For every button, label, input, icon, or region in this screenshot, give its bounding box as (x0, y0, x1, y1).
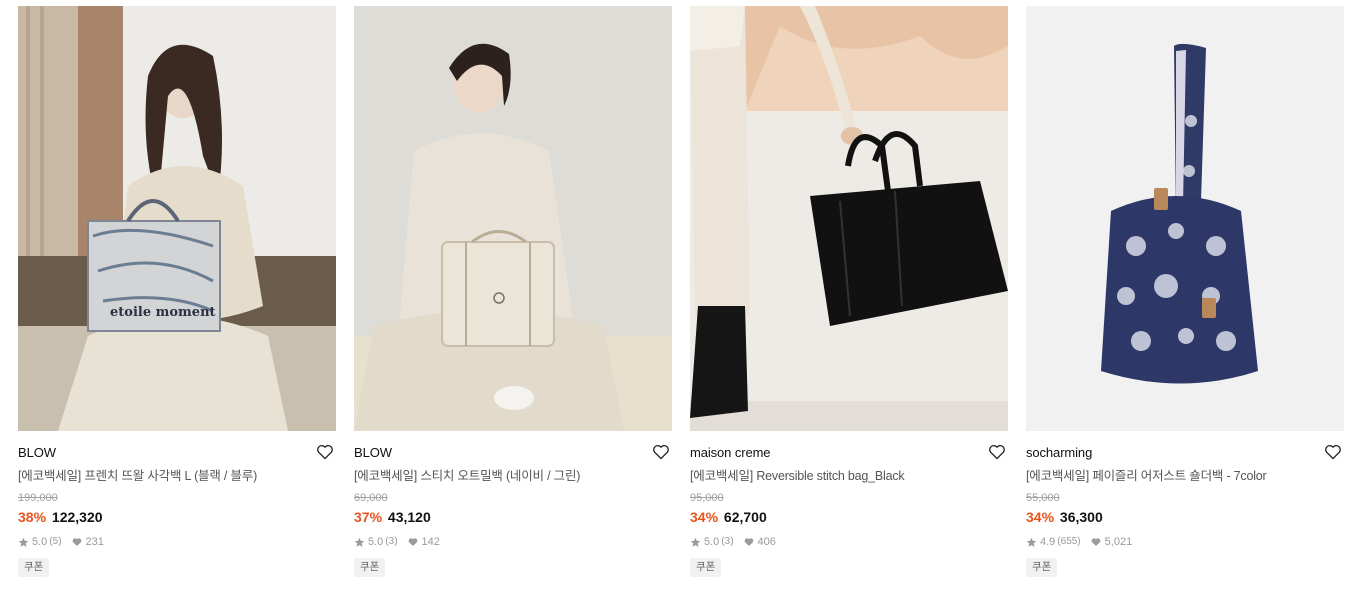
product-image[interactable] (354, 6, 672, 431)
product-title[interactable]: [에코백세일] 스티치 오트밀백 (네이비 / 그린) (354, 468, 672, 484)
product-photo: etoile moment (18, 6, 336, 431)
likes-count: 5,021 (1104, 536, 1133, 548)
star-icon (690, 537, 701, 547)
star-icon (1026, 537, 1037, 547)
product-title[interactable]: [에코백세일] Reversible stitch bag_Black (690, 468, 1008, 484)
brand-name[interactable]: BLOW (354, 445, 672, 461)
likes-count: 142 (421, 536, 440, 548)
product-card[interactable]: maison creme [에코백세일] Reversible stitch b… (690, 6, 1008, 577)
product-photo (690, 6, 1008, 431)
product-card[interactable]: BLOW [에코백세일] 스티치 오트밀백 (네이비 / 그린) 69,000 … (354, 6, 672, 577)
review-count: (655) (1057, 536, 1081, 547)
brand-name[interactable]: BLOW (18, 445, 336, 461)
original-price: 55,000 (1026, 492, 1060, 504)
review-count: (3) (385, 536, 398, 547)
product-image[interactable] (690, 6, 1008, 431)
product-grid: etoile moment BLOW [에코백세일] 프렌치 뜨왈 사각백 L … (0, 0, 1353, 596)
rating-value: 5.0 (32, 536, 48, 548)
price-row: 34% 36,300 (1026, 508, 1344, 526)
discount-rate: 37% (354, 509, 383, 525)
likes-heart-icon (408, 538, 417, 546)
sale-price: 62,700 (723, 509, 767, 525)
discount-rate: 38% (18, 509, 47, 525)
wishlist-heart-icon[interactable] (652, 443, 670, 461)
coupon-badge: 쿠폰 (18, 558, 50, 577)
star-icon (354, 537, 365, 547)
brand-name[interactable]: maison creme (690, 445, 1008, 461)
price-row: 38% 122,320 (18, 508, 336, 526)
wishlist-heart-icon[interactable] (316, 443, 334, 461)
product-title[interactable]: [에코백세일] 페이즐리 어저스트 숄더백 - 7color (1026, 468, 1344, 484)
product-photo (354, 6, 672, 431)
rating-value: 5.0 (368, 536, 384, 548)
discount-rate: 34% (690, 509, 719, 525)
likes-count: 406 (757, 536, 776, 548)
rating-row: 5.0 (5) 231 (18, 535, 336, 549)
original-price: 69,000 (354, 492, 388, 504)
rating-value: 4.9 (1040, 536, 1056, 548)
likes-heart-icon (1091, 538, 1101, 546)
discount-rate: 34% (1026, 509, 1055, 525)
product-photo (1026, 6, 1344, 431)
wishlist-heart-icon[interactable] (988, 443, 1006, 461)
coupon-badge: 쿠폰 (1026, 558, 1058, 577)
sale-price: 43,120 (387, 509, 431, 525)
rating-value: 5.0 (704, 536, 720, 548)
price-row: 37% 43,120 (354, 508, 672, 526)
review-count: (3) (721, 536, 734, 547)
sale-price: 122,320 (51, 509, 103, 525)
sale-price: 36,300 (1059, 509, 1103, 525)
rating-row: 5.0 (3) 406 (690, 535, 1008, 549)
rating-row: 5.0 (3) 142 (354, 535, 672, 549)
product-image[interactable] (1026, 6, 1344, 431)
original-price: 199,000 (18, 492, 58, 504)
review-count: (5) (49, 536, 62, 547)
bag-print-text: etoile moment (110, 305, 216, 320)
product-image[interactable]: etoile moment (18, 6, 336, 431)
coupon-badge: 쿠폰 (354, 558, 386, 577)
product-title[interactable]: [에코백세일] 프렌치 뜨왈 사각백 L (블랙 / 블루) (18, 468, 336, 484)
original-price: 95,000 (690, 492, 724, 504)
product-card[interactable]: etoile moment BLOW [에코백세일] 프렌치 뜨왈 사각백 L … (18, 6, 336, 577)
star-icon (18, 537, 29, 547)
likes-count: 231 (85, 536, 104, 548)
brand-name[interactable]: socharming (1026, 445, 1344, 461)
price-row: 34% 62,700 (690, 508, 1008, 526)
likes-heart-icon (744, 538, 753, 546)
rating-row: 4.9 (655) 5,021 (1026, 535, 1344, 549)
likes-heart-icon (72, 538, 81, 546)
product-card[interactable]: socharming [에코백세일] 페이즐리 어저스트 숄더백 - 7colo… (1026, 6, 1344, 577)
coupon-badge: 쿠폰 (690, 558, 722, 577)
wishlist-heart-icon[interactable] (1324, 443, 1342, 461)
